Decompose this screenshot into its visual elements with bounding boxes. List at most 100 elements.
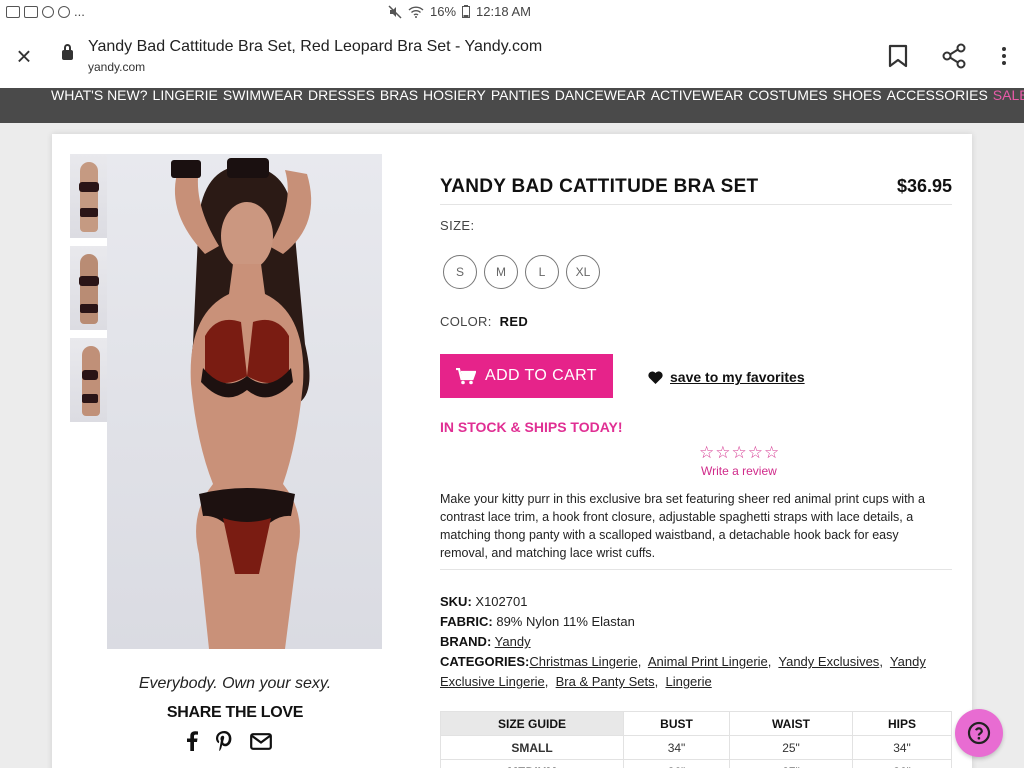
product-card: Everybody. Own your sexy. SHARE THE LOVE… [52,134,972,768]
email-icon[interactable] [250,732,272,750]
fabric-row: FABRIC: 89% Nylon 11% Elastan [440,612,952,632]
thumbnail-list [70,154,108,430]
size-label: SIZE: [440,218,475,233]
size-option-xl[interactable]: XL [566,255,600,289]
product-title: YANDY BAD CATTITUDE BRA SET [440,176,759,197]
table-header: WAIST [729,711,853,736]
table-header: SIZE GUIDE [440,711,624,736]
table-cell: MEDIUM [440,759,624,768]
write-review-link[interactable]: Write a review [701,464,777,478]
sku-value: X102701 [475,594,528,609]
sku-label: SKU: [440,594,472,609]
product-thumbnail[interactable] [70,338,108,422]
categories-label: CATEGORIES: [440,654,530,669]
product-price: $36.95 [896,176,952,196]
fabric-label: FABRIC: [440,614,493,629]
social-share [186,731,272,751]
nav-item-costumes[interactable]: COSTUMES [748,88,827,103]
add-to-cart-button[interactable]: ADD TO CART [440,354,613,398]
table-cell: 34" [852,735,952,760]
category-link[interactable]: Christmas Lingerie [529,654,637,669]
more-options-icon[interactable] [988,40,1020,72]
tagline: Everybody. Own your sexy. [138,675,332,692]
facebook-icon[interactable] [186,731,198,751]
bookmark-icon[interactable] [882,40,914,72]
save-favorites-link[interactable]: save to my favorites [648,369,805,385]
nav-item-bras[interactable]: BRAS [380,88,418,103]
nav-item-shoes[interactable]: SHOES [833,88,882,103]
gmail-icon [6,5,20,18]
help-button[interactable] [955,709,1003,757]
nav-item-activewear[interactable]: ACTIVEWEAR [651,88,744,103]
table-header-row: SIZE GUIDE BUST WAIST HIPS [440,711,952,736]
status-bar: ... 16% 12:18 AM [0,0,1024,24]
site-nav: WHAT'S NEW? LINGERIE SWIMWEAR DRESSES BR… [0,88,1024,123]
battery-percent: 16% [430,4,457,19]
share-icon[interactable] [938,40,970,72]
add-to-cart-label: ADD TO CART [485,367,597,384]
nav-item-dresses[interactable]: DRESSES [308,88,375,103]
divider [440,569,952,570]
color-value: RED [499,314,529,329]
size-option-l[interactable]: L [525,255,559,289]
heart-icon [648,370,663,384]
product-main-image[interactable] [107,154,382,649]
category-link[interactable]: Bra & Panty Sets [556,674,655,689]
page-url[interactable]: yandy.com [88,60,145,74]
table-cell: SMALL [440,735,624,760]
nav-item-panties[interactable]: PANTIES [491,88,550,103]
category-link[interactable]: Animal Print Lingerie [648,654,768,669]
brand-link[interactable]: Yandy [495,634,531,649]
sku-row: SKU: X102701 [440,592,952,612]
product-thumbnail[interactable] [70,246,108,330]
nav-item-accessories[interactable]: ACCESSORIES [887,88,988,103]
share-title: SHARE THE LOVE [166,704,304,721]
battery-icon [462,5,471,18]
product-description: Make your kitty purr in this exclusive b… [440,492,925,560]
table-header: BUST [623,711,730,736]
wifi-icon [408,5,424,18]
nav-item-hosiery[interactable]: HOSIERY [423,88,486,103]
gallery-icon [42,5,54,18]
lock-icon [62,44,73,60]
category-link[interactable]: Yandy Exclusives [778,654,879,669]
nav-item-dancewear[interactable]: DANCEWEAR [555,88,646,103]
vpn-icon [58,5,70,18]
pinterest-icon[interactable] [216,731,232,751]
brand-row: BRAND: Yandy [440,632,952,652]
nav-item-whats-new[interactable]: WHAT'S NEW? [51,88,148,103]
clock: 12:18 AM [476,4,531,19]
color-label: COLOR: [440,314,492,329]
table-row: SMALL 34" 25" 34" [440,735,952,760]
nav-item-sale[interactable]: SALE! [993,88,1024,103]
nav-item-swimwear[interactable]: SWIMWEAR [223,88,303,103]
brand-label: BRAND: [440,634,492,649]
save-favorites-label: save to my favorites [670,369,805,385]
size-guide-table: SIZE GUIDE BUST WAIST HIPS SMALL 34" 25"… [440,711,952,768]
stock-status: IN STOCK & SHIPS TODAY! [440,419,623,435]
rating-stars[interactable]: ☆☆☆☆☆ [699,443,780,463]
size-selector: S M L XL [443,255,600,289]
table-row: MEDIUM 36" 27" 36" [440,759,952,768]
table-cell: 36" [623,759,730,768]
product-meta: SKU: X102701 FABRIC: 89% Nylon 11% Elast… [440,592,952,692]
table-cell: 36" [852,759,952,768]
browser-toolbar: × Yandy Bad Cattitude Bra Set, Red Leopa… [0,24,1024,88]
table-cell: 34" [623,735,730,760]
size-option-s[interactable]: S [443,255,477,289]
table-cell: 27" [729,759,853,768]
fabric-value: 89% Nylon 11% Elastan [496,614,635,629]
divider [440,204,952,205]
table-cell: 25" [729,735,853,760]
help-icon [967,721,991,745]
size-option-m[interactable]: M [484,255,518,289]
gmail-icon [24,5,38,18]
page-title: Yandy Bad Cattitude Bra Set, Red Leopard… [88,38,543,55]
color-row: COLOR: RED [440,314,528,329]
product-thumbnail[interactable] [70,154,108,238]
category-link[interactable]: Lingerie [665,674,711,689]
mute-icon [388,4,402,19]
status-overflow: ... [74,4,85,19]
close-icon[interactable]: × [12,43,36,69]
nav-item-lingerie[interactable]: LINGERIE [153,88,218,103]
